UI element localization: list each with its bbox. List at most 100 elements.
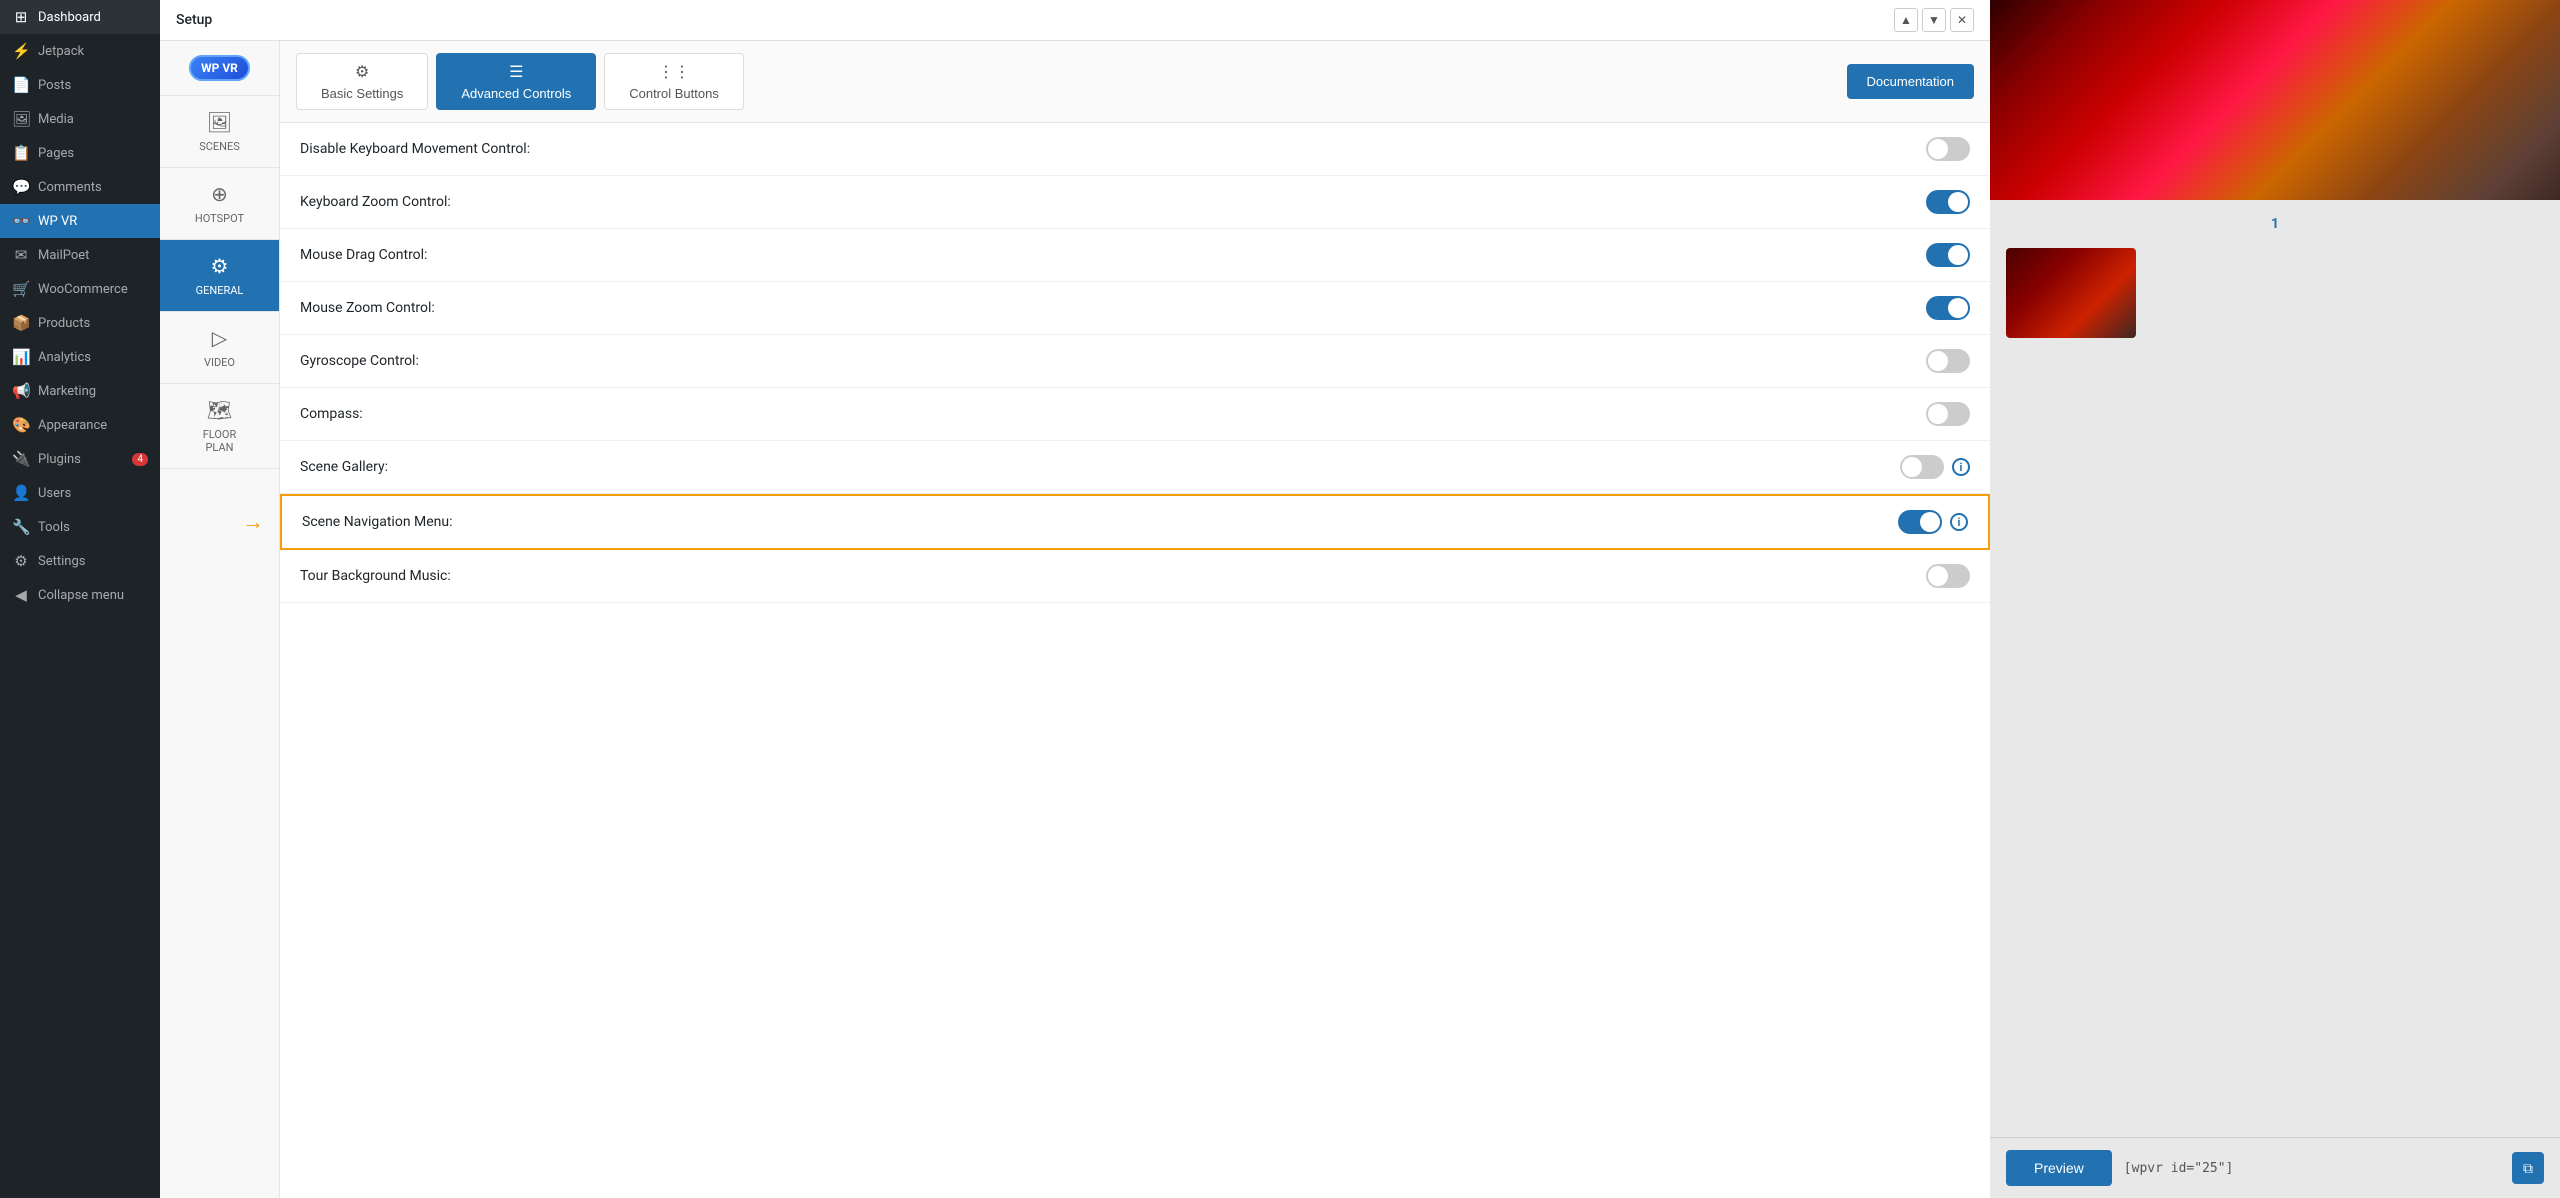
tour-music-toggle[interactable] — [1926, 564, 1970, 588]
tab-basic-settings[interactable]: ⚙ Basic Settings — [296, 53, 428, 110]
comments-icon: 💬 — [12, 178, 30, 196]
plugins-badge: 4 — [132, 453, 148, 466]
scene-gallery-info-icon[interactable]: i — [1952, 458, 1970, 476]
sidebar-item-collapse[interactable]: ◀ Collapse menu — [0, 578, 160, 612]
sidebar-item-users[interactable]: 👤 Users — [0, 476, 160, 510]
sidebar-item-appearance[interactable]: 🎨 Appearance — [0, 408, 160, 442]
copy-shortcode-button[interactable]: ⧉ — [2512, 1152, 2544, 1184]
setting-right-3 — [1926, 296, 1970, 320]
wpvr-icon: 👓 — [12, 212, 30, 230]
keyboard-zoom-label: Keyboard Zoom Control: — [300, 194, 451, 210]
tour-music-track — [1926, 564, 1970, 588]
setting-row-scene-gallery: Scene Gallery: i — [280, 441, 1990, 494]
control-buttons-tab-icon: ⋮⋮ — [658, 62, 690, 82]
compass-toggle[interactable] — [1926, 402, 1970, 426]
compass-label: Compass: — [300, 406, 363, 422]
keyboard-zoom-toggle[interactable] — [1926, 190, 1970, 214]
appearance-icon: 🎨 — [12, 416, 30, 434]
sidebar-item-wpvr[interactable]: 👓 WP VR — [0, 204, 160, 238]
gyroscope-toggle[interactable] — [1926, 349, 1970, 373]
disable-keyboard-toggle[interactable] — [1926, 137, 1970, 161]
setting-row-tour-music: Tour Background Music: — [280, 550, 1990, 603]
gyroscope-track — [1926, 349, 1970, 373]
tab-control-buttons[interactable]: ⋮⋮ Control Buttons — [604, 53, 744, 110]
collapse-icon: ◀ — [12, 586, 30, 604]
scene-nav-info-icon[interactable]: i — [1950, 513, 1968, 531]
mouse-zoom-toggle[interactable] — [1926, 296, 1970, 320]
sidebar-item-woocommerce[interactable]: 🛒 WooCommerce — [0, 272, 160, 306]
wpvr-logo-area: WP VR — [160, 41, 279, 96]
sidebar-item-products[interactable]: 📦 Products — [0, 306, 160, 340]
tab-advanced-controls[interactable]: ☰ Advanced Controls — [436, 53, 596, 110]
setup-down-button[interactable]: ▼ — [1922, 8, 1946, 32]
preview-panel: 1 Preview [wpvr id="25"] ⧉ — [1990, 0, 2560, 1198]
setting-right-7: i — [1898, 510, 1968, 534]
analytics-icon: 📊 — [12, 348, 30, 366]
sidebar-item-dashboard[interactable]: ⊞ Dashboard — [0, 0, 160, 34]
marketing-icon: 📢 — [12, 382, 30, 400]
setting-right-5 — [1926, 402, 1970, 426]
mouse-zoom-label: Mouse Zoom Control: — [300, 300, 435, 316]
mouse-drag-track — [1926, 243, 1970, 267]
sidebar-item-analytics[interactable]: 📊 Analytics — [0, 340, 160, 374]
sub-sidebar-item-general[interactable]: ⚙ GENERAL — [160, 240, 279, 312]
sub-sidebar-item-floorplan[interactable]: 🗺 FLOORPLAN — [160, 384, 279, 469]
general-icon: ⚙ — [211, 254, 229, 278]
scene-nav-toggle[interactable] — [1898, 510, 1942, 534]
setting-right-1 — [1926, 190, 1970, 214]
sub-sidebar-item-scenes[interactable]: 🖼 SCENES — [160, 96, 279, 168]
basic-settings-tab-icon: ⚙ — [355, 62, 369, 82]
setup-title: Setup — [176, 12, 212, 28]
pages-icon: 📋 — [12, 144, 30, 162]
setting-row-mouse-drag: Mouse Drag Control: — [280, 229, 1990, 282]
sidebar-item-tools[interactable]: 🔧 Tools — [0, 510, 160, 544]
hotspot-icon: ⊕ — [211, 182, 228, 206]
sub-sidebar-item-video[interactable]: ▷ VIDEO — [160, 312, 279, 384]
tools-icon: 🔧 — [12, 518, 30, 536]
sidebar-item-plugins[interactable]: 🔌 Plugins 4 — [0, 442, 160, 476]
compass-track — [1926, 402, 1970, 426]
mouse-zoom-track — [1926, 296, 1970, 320]
sidebar-item-pages[interactable]: 📋 Pages — [0, 136, 160, 170]
media-icon: 🖼 — [12, 110, 30, 128]
sidebar-item-media[interactable]: 🖼 Media — [0, 102, 160, 136]
sidebar-item-posts[interactable]: 📄 Posts — [0, 68, 160, 102]
setting-row-keyboard-zoom: Keyboard Zoom Control: — [280, 176, 1990, 229]
setup-close-button[interactable]: ✕ — [1950, 8, 1974, 32]
setting-right-6: i — [1900, 455, 1970, 479]
dashboard-icon: ⊞ — [12, 8, 30, 26]
floorplan-icon: 🗺 — [207, 398, 232, 422]
disable-keyboard-track — [1926, 137, 1970, 161]
scenes-icon: 🖼 — [207, 110, 232, 134]
sidebar-item-mailpoet[interactable]: ✉ MailPoet — [0, 238, 160, 272]
shortcode-text: [wpvr id="25"] — [2124, 1161, 2234, 1176]
users-icon: 👤 — [12, 484, 30, 502]
sidebar-item-marketing[interactable]: 📢 Marketing — [0, 374, 160, 408]
gyroscope-label: Gyroscope Control: — [300, 353, 419, 369]
preview-button[interactable]: Preview — [2006, 1150, 2112, 1186]
plugin-area: WP VR 🖼 SCENES ⊕ HOTSPOT ⚙ GENERAL ▷ VID… — [160, 41, 1990, 1198]
sidebar-item-settings[interactable]: ⚙ Settings — [0, 544, 160, 578]
preview-image-area — [1990, 0, 2560, 200]
sidebar-item-comments[interactable]: 💬 Comments — [0, 170, 160, 204]
sub-sidebar: WP VR 🖼 SCENES ⊕ HOTSPOT ⚙ GENERAL ▷ VID… — [160, 41, 280, 1198]
tabs-row: ⚙ Basic Settings ☰ Advanced Controls ⋮⋮ … — [280, 41, 1990, 123]
mouse-drag-toggle[interactable] — [1926, 243, 1970, 267]
setup-header: Setup ▲ ▼ ✕ — [160, 0, 1990, 41]
sub-sidebar-item-hotspot[interactable]: ⊕ HOTSPOT — [160, 168, 279, 240]
products-icon: 📦 — [12, 314, 30, 332]
sidebar-item-jetpack[interactable]: ⚡ Jetpack — [0, 34, 160, 68]
setting-row-compass: Compass: — [280, 388, 1990, 441]
preview-actions: Preview [wpvr id="25"] ⧉ — [1990, 1137, 2560, 1198]
scene-gallery-toggle[interactable] — [1900, 455, 1944, 479]
setting-right-8 — [1926, 564, 1970, 588]
content-panel: Setup ▲ ▼ ✕ WP VR 🖼 SCENES ⊕ HOTSPO — [160, 0, 1990, 1198]
setup-up-button[interactable]: ▲ — [1894, 8, 1918, 32]
settings-main: ⚙ Basic Settings ☰ Advanced Controls ⋮⋮ … — [280, 41, 1990, 1198]
preview-thumbs-area: 1 — [1990, 200, 2560, 1137]
thumb-item-1 — [2006, 248, 2136, 338]
documentation-button[interactable]: Documentation — [1847, 64, 1974, 99]
setting-right-4 — [1926, 349, 1970, 373]
setting-right-2 — [1926, 243, 1970, 267]
settings-list: Disable Keyboard Movement Control: — [280, 123, 1990, 603]
